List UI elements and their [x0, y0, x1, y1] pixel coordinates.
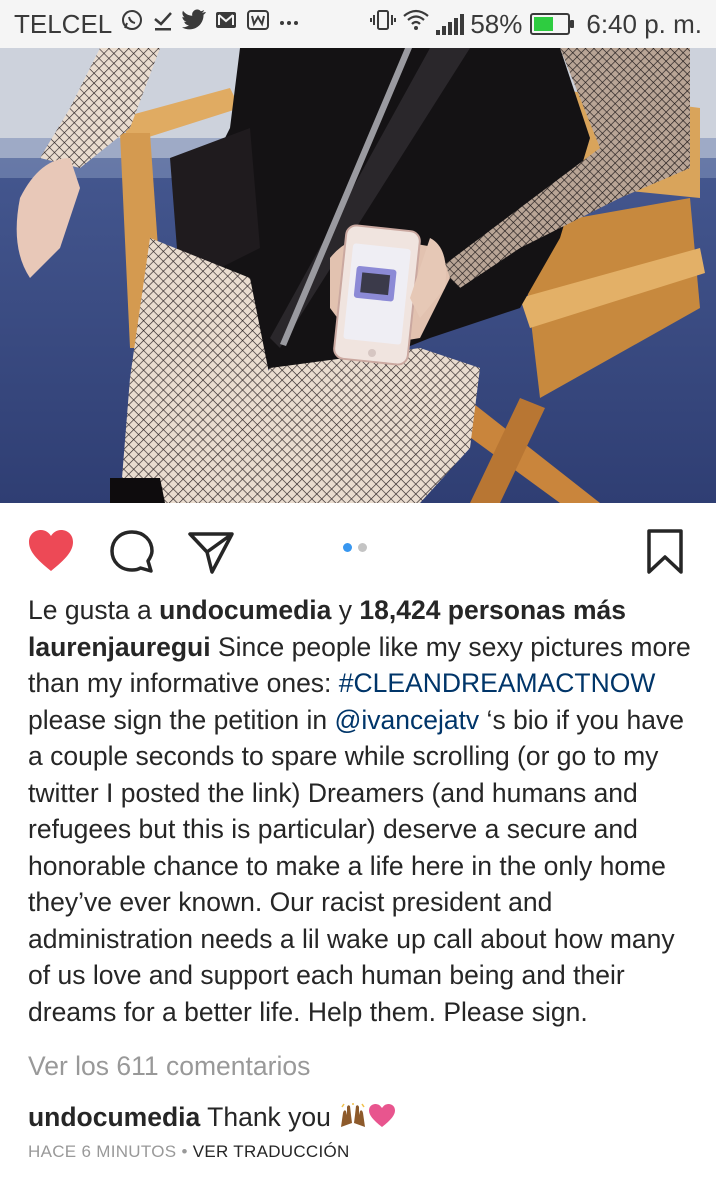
- carrier-name: TELCEL: [14, 9, 113, 39]
- caption: laurenjauregui Since people like my sexy…: [28, 629, 698, 1031]
- pink-heart-emoji: [368, 1102, 396, 1128]
- see-translation-link[interactable]: VER TRADUCCIÓN: [193, 1142, 350, 1161]
- vibrate-icon: [370, 8, 397, 40]
- post-photo-illustration: [0, 48, 716, 503]
- twitter-icon: [182, 9, 207, 39]
- wattpad-icon: [246, 9, 270, 39]
- battery-level-fill: [534, 17, 554, 31]
- wifi-icon: [402, 8, 430, 40]
- caption-author-link[interactable]: laurenjauregui: [28, 632, 211, 662]
- save-button[interactable]: [640, 527, 690, 577]
- likes-line: Le gusta a undocumedia y 18,424 personas…: [28, 592, 698, 629]
- carousel-dot: [343, 543, 352, 552]
- raising-hands-emoji: [338, 1102, 368, 1128]
- like-button[interactable]: [26, 527, 76, 577]
- likes-connector: y: [331, 595, 360, 625]
- meta-separator: •: [176, 1142, 193, 1161]
- comment-item: undocumedia Thank you: [28, 1099, 698, 1136]
- status-bar-left: TELCEL: [14, 8, 300, 40]
- share-button[interactable]: [186, 527, 236, 577]
- send-paper-plane-icon: [188, 532, 234, 574]
- post-photo[interactable]: [0, 48, 716, 503]
- download-done-icon: [152, 8, 174, 40]
- caption-text: ‘s bio if you have a couple seconds to s…: [28, 704, 684, 1027]
- hashtag-link[interactable]: #CLEANDREAMACTNOW: [339, 668, 656, 698]
- comment-bubble-icon: [110, 530, 154, 573]
- view-all-comments-link[interactable]: Ver los 611 comentarios: [28, 1048, 698, 1085]
- status-bar-right: 58% 6:40 p. m.: [370, 8, 702, 40]
- whatsapp-icon: [120, 8, 144, 40]
- liked-by-user-link[interactable]: undocumedia: [159, 595, 331, 625]
- battery-icon: [530, 13, 575, 35]
- post-text: Le gusta a undocumedia y 18,424 personas…: [28, 592, 698, 1163]
- caption-text: please sign the petition in: [28, 704, 335, 735]
- likes-count-link[interactable]: 18,424 personas más: [359, 595, 626, 625]
- mention-link[interactable]: @ivancejatv: [334, 705, 479, 735]
- gmail-icon: [214, 9, 238, 39]
- battery-percent: 58%: [470, 9, 523, 39]
- comment-author-link[interactable]: undocumedia: [28, 1102, 200, 1132]
- carousel-dot: [358, 543, 367, 552]
- status-bar: TELCEL 58% 6:40 p. m.: [0, 0, 716, 48]
- comment-timestamp: HACE 6 MINUTOS: [28, 1142, 177, 1161]
- more-icon: [278, 9, 300, 39]
- clock: 6:40 p. m.: [586, 9, 702, 39]
- heart-filled-icon: [29, 530, 73, 571]
- bookmark-icon: [647, 529, 683, 574]
- likes-prefix: Le gusta a: [28, 595, 160, 625]
- comment-button[interactable]: [107, 527, 157, 577]
- signal-strength-icon: [436, 13, 465, 35]
- comment-meta: HACE 6 MINUTOS • VER TRADUCCIÓN: [28, 1141, 698, 1163]
- comment-text: Thank you: [200, 1101, 339, 1132]
- carousel-indicator: [343, 543, 367, 552]
